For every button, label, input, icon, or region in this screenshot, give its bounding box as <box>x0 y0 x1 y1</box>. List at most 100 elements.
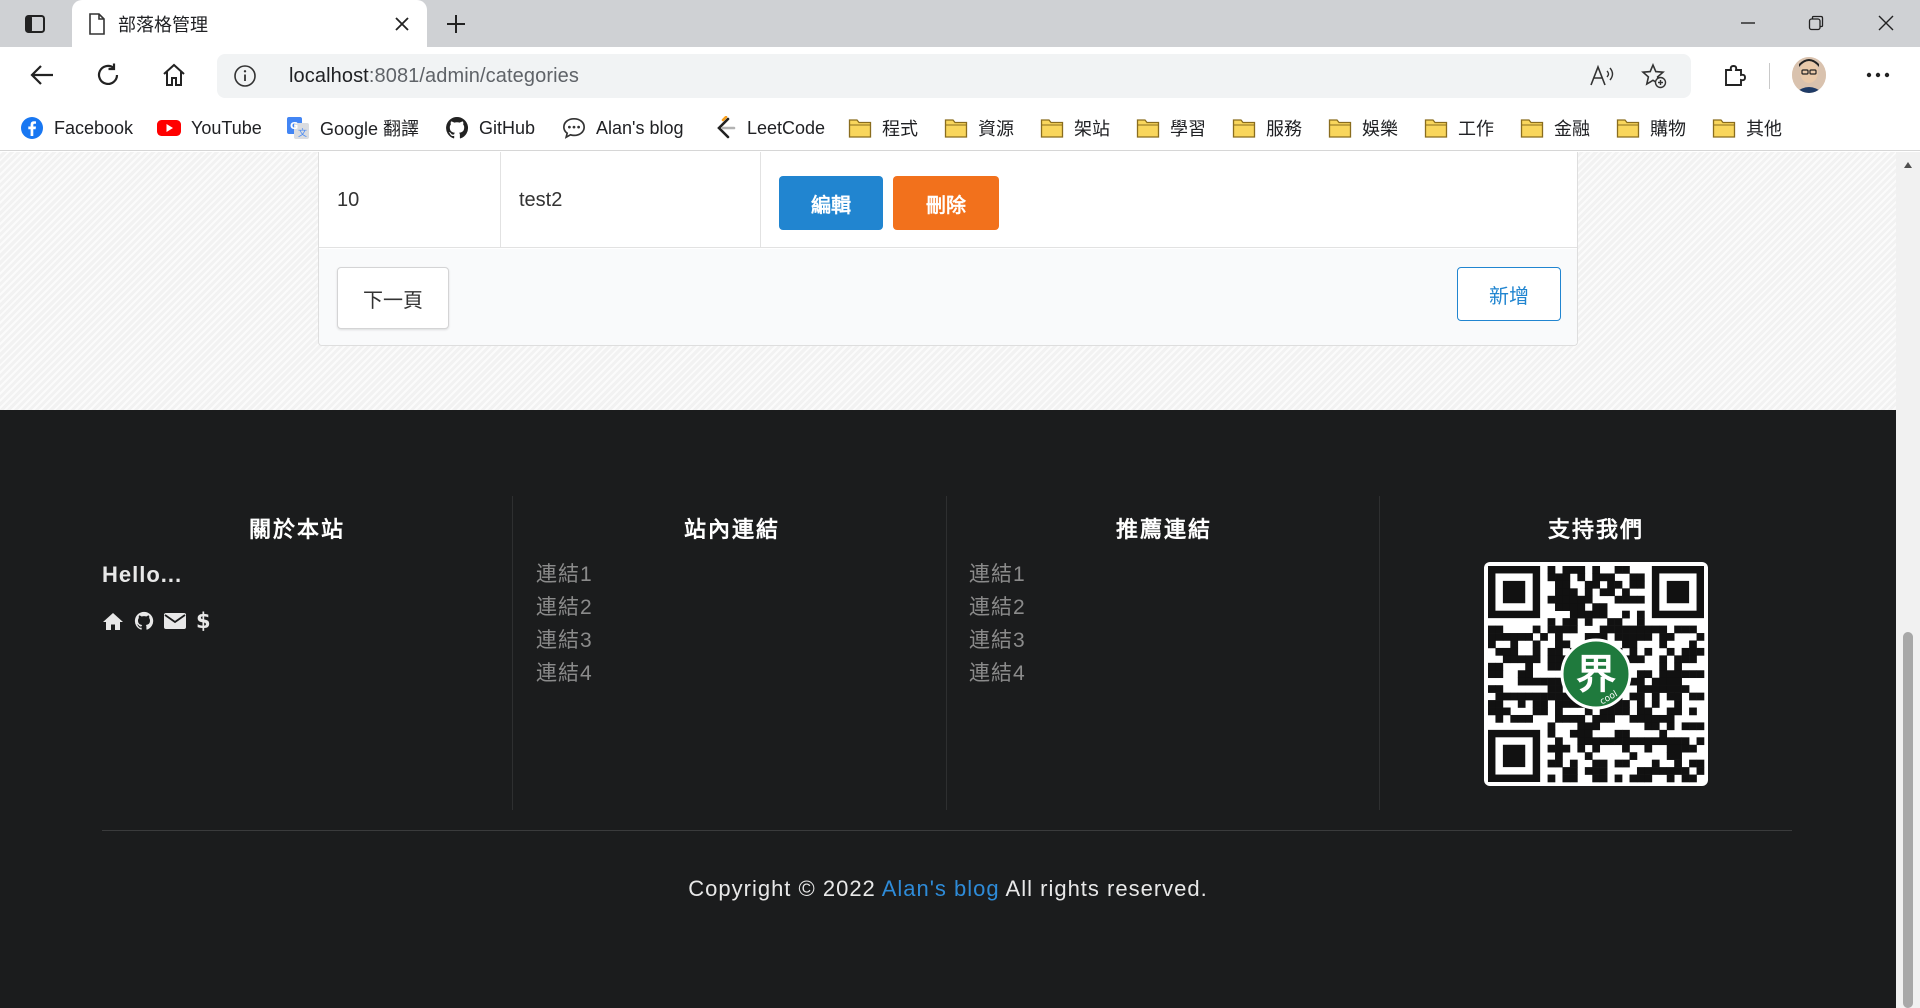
minimize-icon <box>1741 22 1755 24</box>
extensions-button[interactable] <box>1712 54 1756 96</box>
folder-icon <box>944 116 968 140</box>
main-content: 10 test2 編輯 刪除 下一頁 新增 <box>0 152 1896 410</box>
bookmark-folder-hosting[interactable]: 架站 <box>1040 113 1110 143</box>
footer-link[interactable]: 連結2 <box>969 591 1359 624</box>
edit-button[interactable]: 編輯 <box>779 176 883 230</box>
bookmark-folder-programming[interactable]: 程式 <box>848 113 918 143</box>
settings-more-button[interactable] <box>1856 54 1900 96</box>
site-info-button[interactable] <box>231 62 259 90</box>
bookmark-folder-work[interactable]: 工作 <box>1424 113 1494 143</box>
more-horizontal-icon <box>1866 72 1890 78</box>
bookmark-folder-learning[interactable]: 學習 <box>1136 113 1206 143</box>
folder-icon <box>1520 116 1544 140</box>
scroll-up-arrow[interactable] <box>1896 156 1920 174</box>
bookmark-folder-other[interactable]: 其他 <box>1712 113 1782 143</box>
tab-actions-button[interactable] <box>14 10 56 38</box>
bookmark-folder-finance[interactable]: 金融 <box>1520 113 1590 143</box>
footer-link[interactable]: 連結4 <box>536 657 926 690</box>
blog-link[interactable]: Alan's blog <box>882 876 1000 901</box>
bookmark-youtube[interactable]: YouTube <box>157 113 262 143</box>
bookmarks-bar: Facebook YouTube G文 Google 翻譯 GitHub Ala… <box>0 104 1920 151</box>
close-icon <box>1878 15 1894 31</box>
footer-internal-title: 站內連結 <box>684 517 781 542</box>
refresh-button[interactable] <box>86 54 130 96</box>
close-window-button[interactable] <box>1852 0 1920 46</box>
read-aloud-button[interactable] <box>1587 62 1617 90</box>
footer-link[interactable]: 連結2 <box>536 591 926 624</box>
folder-icon <box>1616 116 1640 140</box>
address-bar[interactable]: localhost:8081/admin/categories <box>217 54 1691 98</box>
copyright-suffix: All rights reserved. <box>999 876 1208 901</box>
scrollbar-thumb[interactable] <box>1903 632 1913 1008</box>
footer-support-title: 支持我們 <box>1547 517 1644 542</box>
page-icon <box>89 13 105 35</box>
minimize-button[interactable] <box>1714 0 1782 46</box>
info-icon <box>234 65 256 87</box>
bookmark-google-translate[interactable]: G文 Google 翻譯 <box>286 113 419 143</box>
site-footer: 關於本站 Hello... $ 站內連結 連結1 連結2 連結3 連結4 推薦連… <box>0 410 1896 1008</box>
bookmark-label: 服務 <box>1266 119 1302 139</box>
bookmark-leetcode[interactable]: LeetCode <box>713 113 825 143</box>
read-aloud-icon <box>1590 64 1614 86</box>
footer-column-divider <box>512 496 513 810</box>
restore-button[interactable] <box>1782 0 1850 46</box>
categories-table: 10 test2 編輯 刪除 下一頁 新增 <box>318 152 1578 346</box>
footer-internal-links-section: 站內連結 連結1 連結2 連結3 連結4 <box>536 496 926 810</box>
qr-code-image: 界cool <box>1488 566 1705 783</box>
bookmark-folder-entertainment[interactable]: 娛樂 <box>1328 113 1398 143</box>
table-footer: 下一頁 新增 <box>319 249 1577 345</box>
browser-tab-active[interactable]: 部落格管理 <box>72 0 427 48</box>
restore-icon <box>1808 15 1824 31</box>
dollar-icon[interactable]: $ <box>196 610 210 632</box>
bookmark-folder-resources[interactable]: 資源 <box>944 113 1014 143</box>
chat-bubble-icon <box>562 116 586 140</box>
footer-recommended-links-section: 推薦連結 連結1 連結2 連結3 連結4 <box>969 496 1359 810</box>
folder-icon <box>1328 116 1352 140</box>
folder-icon <box>1136 116 1160 140</box>
add-category-button[interactable]: 新增 <box>1457 267 1561 321</box>
github-icon[interactable] <box>134 611 154 631</box>
bookmark-folder-shopping[interactable]: 購物 <box>1616 113 1686 143</box>
home-button[interactable] <box>152 54 196 96</box>
bookmark-label: Facebook <box>54 117 134 138</box>
user-avatar-icon <box>1792 57 1826 93</box>
copyright-prefix: Copyright © 2022 <box>688 876 882 901</box>
url-text[interactable]: localhost:8081/admin/categories <box>289 65 579 88</box>
page-scrollbar[interactable] <box>1896 152 1920 1008</box>
profile-avatar[interactable] <box>1792 57 1826 93</box>
bookmark-alans-blog[interactable]: Alan's blog <box>562 113 684 143</box>
bookmark-label: Alan's blog <box>596 117 684 138</box>
bookmark-label: 資源 <box>978 119 1014 139</box>
leetcode-icon <box>713 116 737 140</box>
footer-link[interactable]: 連結3 <box>536 624 926 657</box>
new-tab-button[interactable] <box>438 6 474 42</box>
footer-link[interactable]: 連結4 <box>969 657 1359 690</box>
footer-column-divider <box>946 496 947 810</box>
copyright-text: Copyright © 2022 Alan's blog All rights … <box>0 876 1896 902</box>
footer-link[interactable]: 連結3 <box>969 624 1359 657</box>
footer-about-section: 關於本站 Hello... $ <box>102 496 492 810</box>
bookmark-label: 學習 <box>1170 119 1206 139</box>
next-page-button[interactable]: 下一頁 <box>337 267 449 329</box>
plus-icon <box>447 15 465 33</box>
close-tab-button[interactable] <box>385 7 419 41</box>
bookmark-facebook[interactable]: Facebook <box>20 113 133 143</box>
footer-link[interactable]: 連結1 <box>969 558 1359 591</box>
bookmark-label: 金融 <box>1554 119 1590 139</box>
delete-button[interactable]: 刪除 <box>893 176 999 230</box>
close-icon <box>395 17 409 31</box>
footer-link[interactable]: 連結1 <box>536 558 926 591</box>
footer-column-divider <box>1379 496 1380 810</box>
svg-text:$: $ <box>196 610 210 632</box>
bookmark-label: 娛樂 <box>1362 119 1398 139</box>
youtube-icon <box>157 116 181 140</box>
home-icon[interactable] <box>102 611 124 631</box>
home-icon <box>163 63 185 86</box>
tab-title: 部落格管理 <box>118 15 208 35</box>
bookmark-folder-services[interactable]: 服務 <box>1232 113 1302 143</box>
back-button[interactable] <box>20 54 64 96</box>
toolbar-separator <box>1769 63 1770 89</box>
envelope-icon[interactable] <box>164 612 186 630</box>
bookmark-github[interactable]: GitHub <box>445 113 535 143</box>
add-favorite-button[interactable] <box>1639 62 1669 90</box>
